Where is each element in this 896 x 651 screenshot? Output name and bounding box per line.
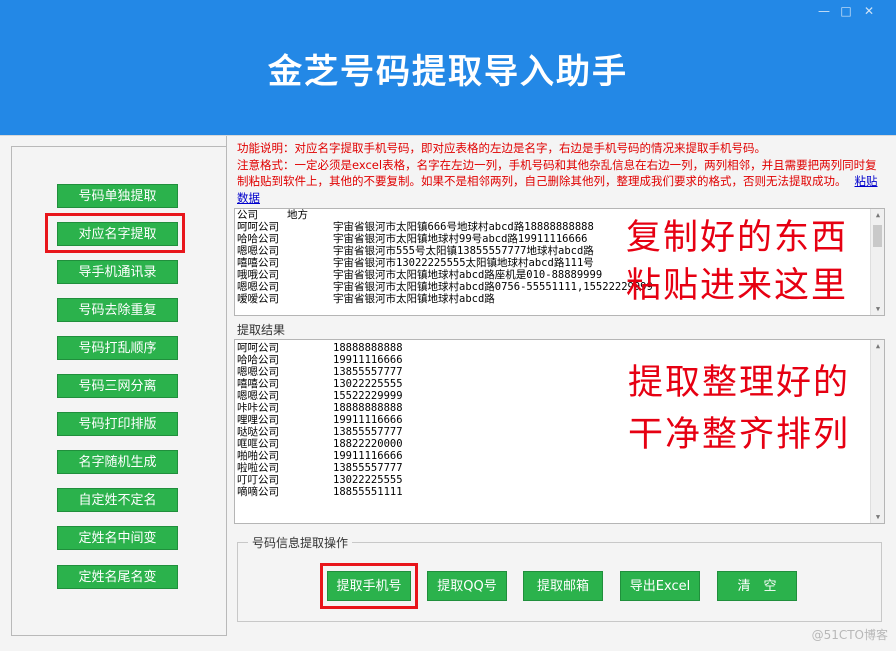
cell: 18888888888 <box>333 402 403 414</box>
cell: 呵呵公司 <box>237 221 279 233</box>
cell: 19911116666 <box>333 354 403 366</box>
clear-button[interactable]: 清 空 <box>717 571 797 601</box>
extract-qq-button[interactable]: 提取QQ号 <box>427 571 507 601</box>
cell: 13855557777 <box>333 462 403 474</box>
cell: 咔咔公司 <box>237 402 279 414</box>
sidebar-item-single-extract[interactable]: 号码单独提取 <box>57 184 178 208</box>
cell: 哦哦公司 <box>237 269 279 281</box>
annotation-line: 复制好的东西 <box>626 218 849 258</box>
sidebar-item-custom-surname[interactable]: 自定姓不定名 <box>57 488 178 512</box>
cell: 13022225555 <box>333 378 403 390</box>
result-row: 嘀嘀公司 18855551111 <box>237 486 884 498</box>
cell: 嗯嗯公司 <box>237 281 279 293</box>
operations-group-label: 号码信息提取操作 <box>248 534 353 551</box>
cell: 公司 <box>237 209 258 221</box>
cell: 宇宙省银河市太阳镇地球村99号abcd路19911116666 <box>333 233 588 245</box>
result-row: 啦啦公司 13855557777 <box>237 462 884 474</box>
cell: 哈哈公司 <box>237 233 279 245</box>
feature-description: 功能说明：对应名字提取手机号码，即对应表格的左边是名字，右边是手机号码的情况来提… <box>237 141 766 155</box>
cell: 哈哈公司 <box>237 354 279 366</box>
app-title: 金芝号码提取导入助手 <box>268 52 628 92</box>
export-excel-button[interactable]: 导出Excel <box>620 571 700 601</box>
cell: 宇宙省银河市13022225555太阳镇地球村abcd路111号 <box>333 257 594 269</box>
cell: 嗳嗳公司 <box>237 293 279 305</box>
title-bar: 金芝号码提取导入助手 — □ ✕ <box>0 0 896 135</box>
cell: 宇宙省银河市太阳镇地球村abcd路座机是010-88889999 <box>333 269 603 281</box>
result-label: 提取结果 <box>237 323 286 337</box>
cell: 叮叮公司 <box>237 474 279 486</box>
scroll-down-icon[interactable]: ▼ <box>871 511 884 523</box>
cell: 宇宙省银河市太阳镇666号地球村abcd路18888888888 <box>333 221 594 233</box>
maximize-button[interactable]: □ <box>837 4 855 18</box>
annotation-line: 粘贴进来这里 <box>626 266 849 306</box>
scroll-thumb[interactable] <box>873 225 882 247</box>
annotation-result: 提取整理好的 干净整齐排列 <box>628 357 850 461</box>
sidebar-item-tail-vary[interactable]: 定姓名尾名变 <box>57 565 178 589</box>
cell: 宇宙省银河市太阳镇地球村abcd路0756-55551111,155222299… <box>333 281 653 293</box>
cell: 嗯嗯公司 <box>237 245 279 257</box>
cell: 18888888888 <box>333 342 403 354</box>
cell: 嘀嘀公司 <box>237 486 279 498</box>
scroll-down-icon[interactable]: ▼ <box>871 303 884 315</box>
sidebar-item-shuffle[interactable]: 号码打乱顺序 <box>57 336 178 360</box>
sidebar-item-print-layout[interactable]: 号码打印排版 <box>57 412 178 436</box>
cell: 哩哩公司 <box>237 414 279 426</box>
cell: 19911116666 <box>333 450 403 462</box>
cell: 15522229999 <box>333 390 403 402</box>
cell: 13855557777 <box>333 366 403 378</box>
sidebar-item-dedupe[interactable]: 号码去除重复 <box>57 298 178 322</box>
cell: 18822220000 <box>333 438 403 450</box>
annotation-line: 干净整齐排列 <box>628 415 851 455</box>
scroll-up-icon[interactable]: ▲ <box>871 209 884 221</box>
watermark: @51CTO博客 <box>811 628 888 642</box>
format-note: 注意格式：一定必须是excel表格，名字在左边一列，手机号码和其他杂乱信息在右边… <box>237 157 887 207</box>
cell: 宇宙省银河市555号太阳镇13855557777地球村abcd路 <box>333 245 594 257</box>
cell: 18855551111 <box>333 486 403 498</box>
cell: 哐哐公司 <box>237 438 279 450</box>
instructions: 功能说明：对应名字提取手机号码，即对应表格的左边是名字，右边是手机号码的情况来提… <box>237 140 887 206</box>
cell: 啪啪公司 <box>237 450 279 462</box>
cell: 嗯嗯公司 <box>237 366 279 378</box>
cell: 哒哒公司 <box>237 426 279 438</box>
cell: 嗯嗯公司 <box>237 390 279 402</box>
input-scrollbar[interactable]: ▲ ▼ <box>870 209 884 315</box>
cell: 13022225555 <box>333 474 403 486</box>
format-note-text: 注意格式：一定必须是excel表格，名字在左边一列，手机号码和其他杂乱信息在右边… <box>237 157 877 189</box>
cell: 13855557777 <box>333 426 403 438</box>
cell: 嘻嘻公司 <box>237 378 279 390</box>
close-button[interactable]: ✕ <box>860 4 878 18</box>
cell: 啦啦公司 <box>237 462 279 474</box>
cell: 19911116666 <box>333 414 403 426</box>
sidebar-item-middle-vary[interactable]: 定姓名中间变 <box>57 526 178 550</box>
sidebar-item-random-names[interactable]: 名字随机生成 <box>57 450 178 474</box>
extract-email-button[interactable]: 提取邮箱 <box>523 571 603 601</box>
result-scrollbar[interactable]: ▲ ▼ <box>870 340 884 523</box>
result-row: 叮叮公司 13022225555 <box>237 474 884 486</box>
sidebar-item-carrier-split[interactable]: 号码三网分离 <box>57 374 178 398</box>
cell: 宇宙省银河市太阳镇地球村abcd路 <box>333 293 495 305</box>
annotation-line: 提取整理好的 <box>628 363 851 403</box>
annotation-paste-here: 复制好的东西 粘贴进来这里 <box>626 214 848 310</box>
cell: 嘻嘻公司 <box>237 257 279 269</box>
result-row: 呵呵公司 18888888888 <box>237 342 884 354</box>
cell: 地方 <box>287 209 308 221</box>
highlight-frame <box>45 213 185 253</box>
sidebar-item-contacts[interactable]: 导手机通讯录 <box>57 260 178 284</box>
scroll-up-icon[interactable]: ▲ <box>871 340 884 352</box>
minimize-button[interactable]: — <box>815 4 833 18</box>
highlight-frame <box>320 563 418 609</box>
cell: 呵呵公司 <box>237 342 279 354</box>
